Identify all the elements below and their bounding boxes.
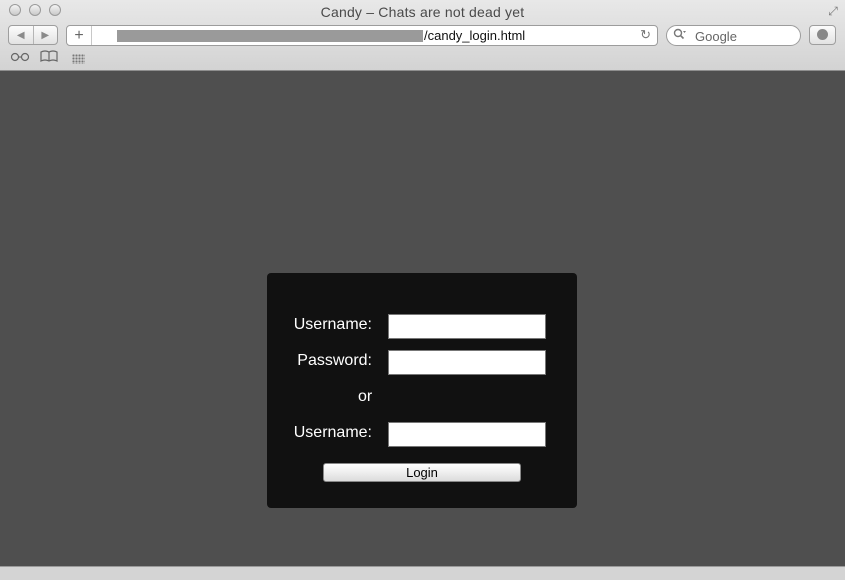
redacted-url-host (117, 30, 423, 42)
title-bar: Candy – Chats are not dead yet ⤢ (0, 0, 845, 22)
reload-icon[interactable]: ↻ (640, 27, 651, 43)
url-path[interactable]: /candy_login.html (424, 28, 525, 43)
or-separator: or (358, 388, 373, 405)
username-input[interactable] (388, 314, 546, 339)
back-button[interactable]: ◀ (9, 26, 34, 44)
history-navigation: ◀ ▶ (8, 25, 58, 45)
status-bar (0, 566, 845, 580)
forward-button[interactable]: ▶ (34, 26, 58, 44)
password-input[interactable] (388, 350, 546, 375)
download-icon (817, 29, 828, 40)
top-sites-icon[interactable] (72, 54, 85, 64)
username-label: Username: (293, 316, 372, 333)
reading-list-icon[interactable] (10, 50, 30, 65)
search-icon (673, 28, 687, 43)
password-label: Password: (297, 352, 372, 369)
anonymous-username-row: Username: (267, 422, 577, 447)
browser-chrome: Candy – Chats are not dead yet ⤢ ◀ ▶ + /… (0, 0, 845, 71)
login-form: Username: Password: or Username: Login (267, 273, 577, 508)
downloads-button[interactable] (809, 25, 836, 45)
bookmarks-bar (0, 50, 845, 70)
add-bookmark-icon[interactable]: + (67, 26, 92, 45)
username-row: Username: (267, 314, 577, 339)
password-row: Password: (267, 350, 577, 375)
fullscreen-icon[interactable]: ⤢ (826, 4, 840, 18)
search-placeholder: Google (695, 29, 737, 44)
bookmarks-icon[interactable] (40, 50, 58, 65)
search-field[interactable]: Google (666, 25, 801, 46)
address-bar[interactable]: + /candy_login.html ↻ (66, 25, 658, 46)
anonymous-username-input[interactable] (388, 422, 546, 447)
anonymous-username-label: Username: (293, 424, 372, 441)
window-title: Candy – Chats are not dead yet (320, 4, 525, 20)
login-button[interactable]: Login (323, 463, 521, 482)
